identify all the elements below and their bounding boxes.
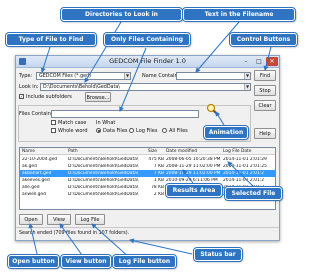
callout-log-file-button: Log File button [113, 255, 176, 268]
arrow-status-bar [129, 238, 193, 255]
callout-directories: Directories to Look in [61, 8, 182, 21]
callout-text-in-filename: Text in the Filename [183, 8, 295, 21]
callout-animation: Animation [204, 126, 248, 139]
callout-status-bar: Status bar [194, 248, 242, 261]
callout-type-of-file: Type of File to Find [6, 33, 96, 46]
arrow-log-file-button [91, 223, 131, 259]
callout-control-buttons: Control Buttons [230, 33, 297, 46]
callout-view-button: View button [61, 255, 111, 268]
arrow-animation [215, 111, 225, 126]
arrow-view-button [59, 223, 85, 259]
arrow-selected-file [227, 161, 254, 187]
arrow-only-files [119, 47, 147, 112]
arrow-open-button [28, 223, 39, 259]
callout-selected-file: Selected File [225, 187, 282, 200]
callout-results-area: Results Area [166, 184, 222, 197]
arrow-results-area [182, 169, 194, 184]
arrow-text-in-filename [195, 21, 240, 73]
callout-open-button: Open button [8, 255, 59, 268]
callout-only-files: Only Files Containing [104, 33, 190, 46]
arrow-type-of-file [40, 46, 51, 73]
arrow-directories [84, 21, 122, 83]
arrow-control-buttons [263, 46, 272, 71]
